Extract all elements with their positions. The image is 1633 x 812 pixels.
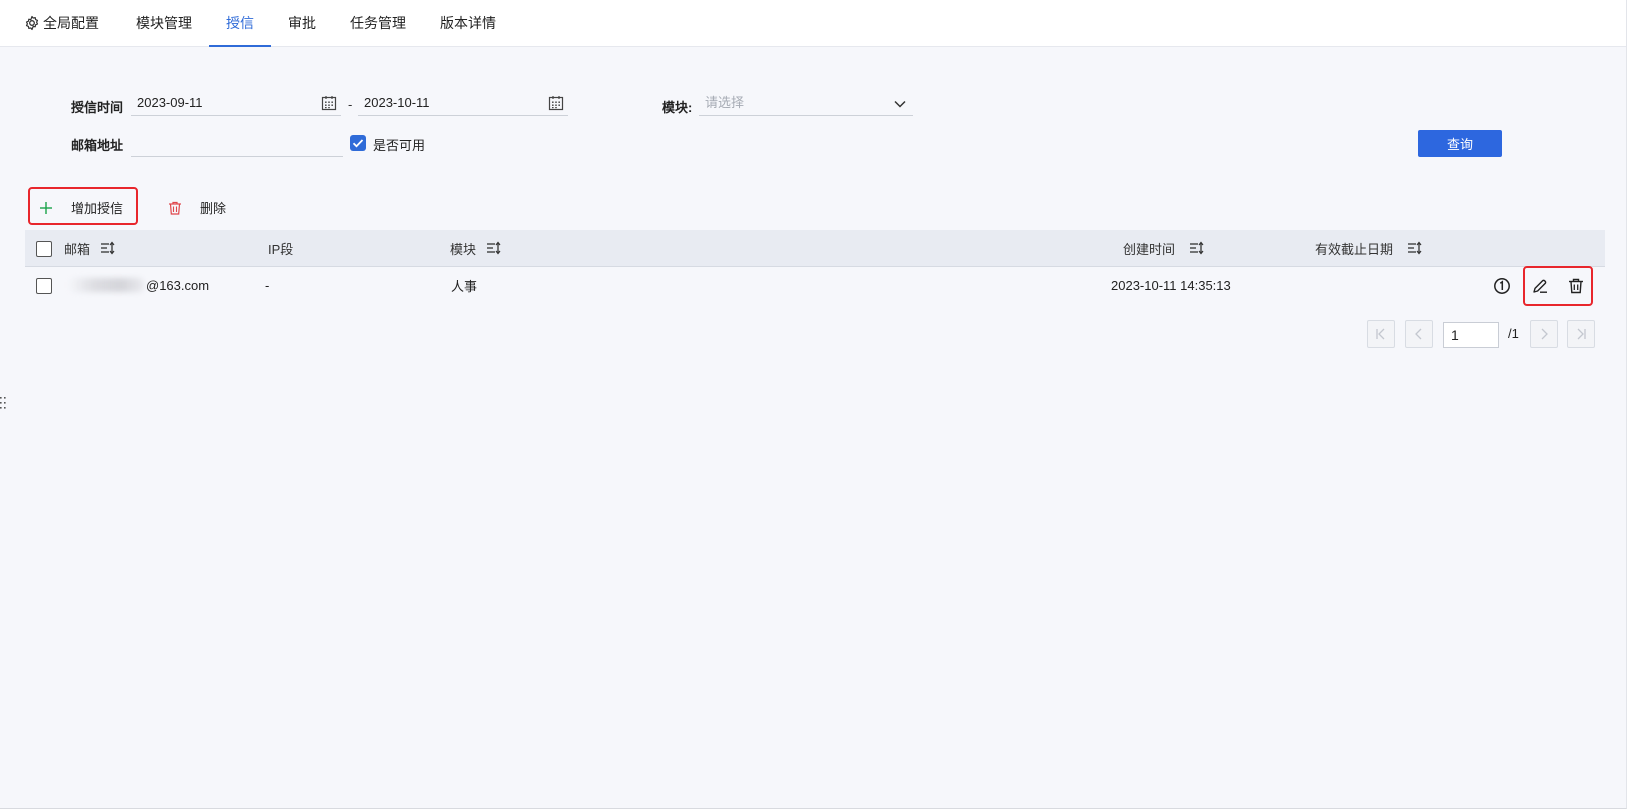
select-all-checkbox[interactable] bbox=[36, 241, 52, 257]
cell-ip: - bbox=[265, 277, 270, 293]
column-header-ip: IP段 bbox=[268, 230, 293, 266]
tab-global-config[interactable]: 全局配置 bbox=[0, 0, 119, 46]
tab-label: 版本详情 bbox=[440, 15, 496, 31]
tab-label: 模块管理 bbox=[136, 15, 192, 31]
column-header-expiry[interactable]: 有效截止日期 bbox=[1315, 230, 1423, 266]
tab-label: 全局配置 bbox=[43, 15, 99, 31]
tab-version-details[interactable]: 版本详情 bbox=[423, 0, 513, 46]
tab-label: 审批 bbox=[288, 15, 316, 31]
module-select[interactable]: 请选择 bbox=[699, 92, 913, 116]
column-header-email[interactable]: 邮箱 bbox=[64, 230, 116, 266]
gear-icon bbox=[24, 15, 40, 31]
info-icon[interactable] bbox=[1493, 277, 1511, 295]
tab-approval[interactable]: 审批 bbox=[271, 0, 333, 46]
row-checkbox[interactable] bbox=[36, 278, 52, 294]
delete-label: 删除 bbox=[200, 201, 227, 216]
email-address-input[interactable] bbox=[131, 133, 343, 157]
app-frame: 全局配置 模块管理 授信 审批 任务管理 版本详情 授信时间 2023-09-1… bbox=[0, 0, 1627, 809]
sort-icon[interactable] bbox=[1189, 240, 1205, 256]
column-header-label: 邮箱 bbox=[64, 241, 91, 257]
column-header-label: 创建时间 bbox=[1123, 241, 1176, 257]
add-credit-button[interactable]: 增加授信 bbox=[38, 198, 123, 217]
sort-icon[interactable] bbox=[100, 240, 116, 256]
module-label: 模块: bbox=[662, 100, 693, 115]
calendar-icon[interactable] bbox=[548, 95, 564, 111]
tab-task-management[interactable]: 任务管理 bbox=[333, 0, 423, 46]
table-header: 邮箱 IP段 模块 创建时间 有效截止日期 bbox=[25, 230, 1605, 267]
date-from-field[interactable]: 2023-09-11 bbox=[131, 92, 341, 116]
credit-time-label: 授信时间 bbox=[71, 100, 124, 115]
cell-module: 人事 bbox=[451, 278, 478, 294]
drag-handle-icon[interactable] bbox=[0, 396, 8, 410]
module-placeholder: 请选择 bbox=[705, 95, 745, 110]
column-header-label: IP段 bbox=[268, 241, 294, 257]
column-header-created[interactable]: 创建时间 bbox=[1123, 230, 1205, 266]
redacted-text bbox=[68, 278, 144, 292]
tab-label: 任务管理 bbox=[350, 15, 406, 31]
page-total: /1 bbox=[1508, 326, 1519, 341]
delete-button[interactable]: 删除 bbox=[167, 198, 226, 217]
column-header-module[interactable]: 模块 bbox=[450, 230, 502, 266]
available-checkbox[interactable] bbox=[350, 135, 366, 151]
sort-icon[interactable] bbox=[486, 240, 502, 256]
top-tab-bar: 全局配置 模块管理 授信 审批 任务管理 版本详情 bbox=[0, 0, 1626, 47]
available-label: 是否可用 bbox=[373, 138, 426, 153]
first-page-button[interactable] bbox=[1367, 320, 1395, 348]
tab-module-management[interactable]: 模块管理 bbox=[119, 0, 209, 46]
date-to-field[interactable]: 2023-10-11 bbox=[358, 92, 568, 116]
date-from-value: 2023-09-11 bbox=[137, 95, 203, 110]
trash-icon bbox=[167, 200, 183, 216]
plus-icon bbox=[38, 200, 54, 216]
prev-page-button[interactable] bbox=[1405, 320, 1433, 348]
chevron-down-icon bbox=[893, 97, 907, 111]
column-header-label: 有效截止日期 bbox=[1315, 241, 1394, 257]
page-number-input[interactable]: 1 bbox=[1443, 322, 1499, 348]
email-address-label: 邮箱地址 bbox=[71, 138, 124, 153]
query-button[interactable]: 查询 bbox=[1418, 130, 1502, 157]
calendar-icon[interactable] bbox=[321, 95, 337, 111]
date-separator: - bbox=[348, 97, 353, 112]
table-row[interactable]: @163.com - 人事 2023-10-11 14:35:13 bbox=[25, 266, 1605, 306]
email-visible-text: @163.com bbox=[146, 277, 210, 293]
edit-icon[interactable] bbox=[1531, 277, 1549, 295]
sort-icon[interactable] bbox=[1407, 240, 1423, 256]
column-header-label: 模块 bbox=[450, 241, 477, 257]
date-to-value: 2023-10-11 bbox=[364, 95, 430, 110]
cell-email: @163.com bbox=[68, 267, 209, 303]
trash-icon[interactable] bbox=[1567, 277, 1585, 295]
last-page-button[interactable] bbox=[1567, 320, 1595, 348]
next-page-button[interactable] bbox=[1530, 320, 1558, 348]
cell-created: 2023-10-11 14:35:13 bbox=[1111, 277, 1231, 293]
add-credit-label: 增加授信 bbox=[71, 201, 124, 216]
tab-label: 授信 bbox=[226, 15, 254, 31]
tab-credit[interactable]: 授信 bbox=[209, 0, 271, 47]
